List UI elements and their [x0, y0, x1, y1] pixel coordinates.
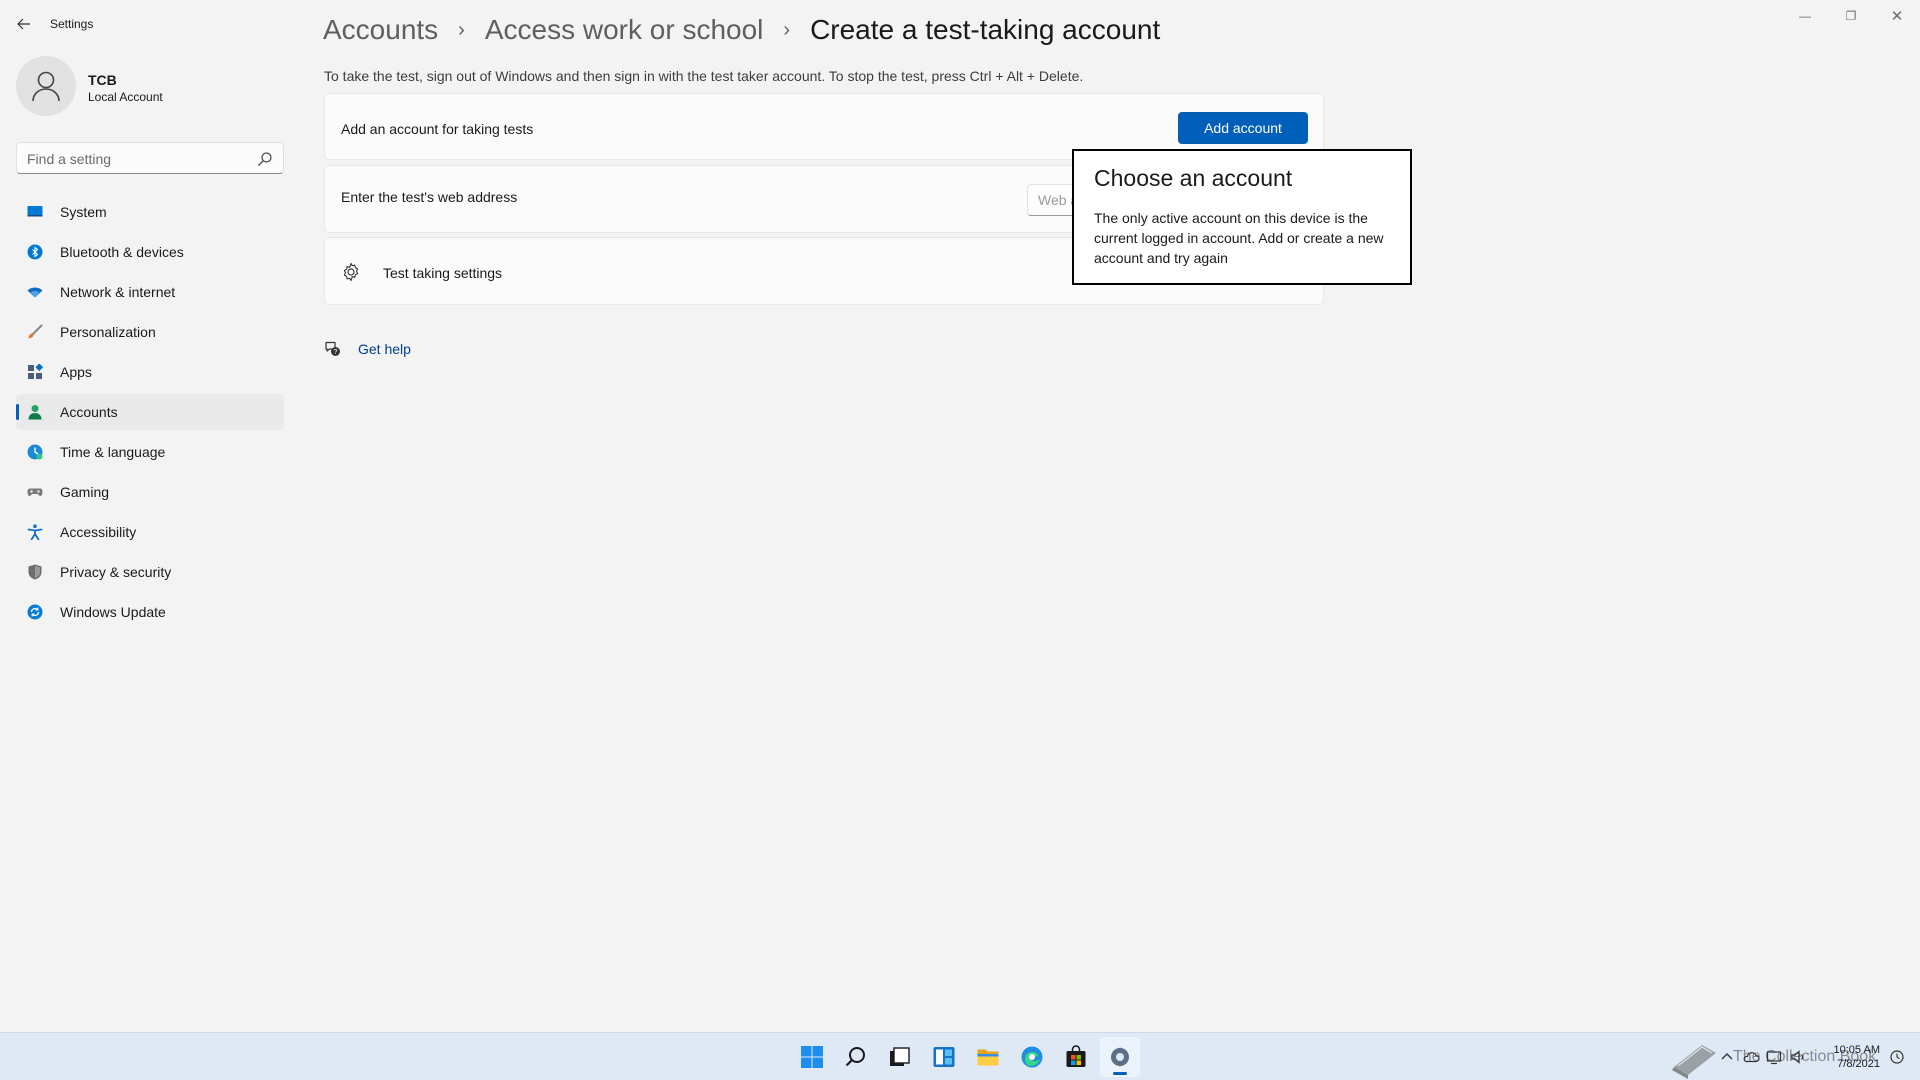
breadcrumb-accounts-link[interactable]: Accounts	[323, 14, 438, 46]
sidebar-item-privacy-security[interactable]: Privacy & security	[16, 554, 284, 590]
book-logo-watermark	[1672, 1045, 1716, 1079]
sidebar-item-bluetooth-devices[interactable]: Bluetooth & devices	[16, 234, 284, 270]
add-account-card-label: Add an account for taking tests	[341, 121, 534, 137]
flyout-title: Choose an account	[1094, 165, 1293, 191]
widgets-button[interactable]	[924, 1037, 964, 1077]
breadcrumb-access-work-school-link[interactable]: Access work or school	[485, 14, 764, 46]
taskbar-clock[interactable]: 10:05 AM 7/8/2021	[1820, 1043, 1880, 1071]
chevron-up-icon[interactable]	[1718, 1047, 1736, 1067]
breadcrumb-separator: ›	[783, 18, 791, 41]
update-icon	[27, 604, 43, 620]
store-button[interactable]	[1056, 1037, 1096, 1077]
edge-icon	[1021, 1046, 1043, 1068]
person-icon	[28, 405, 42, 420]
widgets-icon	[933, 1047, 955, 1067]
shield-icon	[28, 564, 42, 580]
get-help-row: ? Get help	[324, 339, 411, 359]
user-profile[interactable]: TCB Local Account	[16, 56, 286, 120]
sidebar-item-label: Accessibility	[60, 524, 137, 540]
sidebar-item-network-internet[interactable]: Network & internet	[16, 274, 284, 310]
task-view-button[interactable]	[880, 1037, 920, 1077]
notification-bell-icon[interactable]	[1888, 1047, 1906, 1067]
gamepad-icon	[27, 488, 43, 496]
svg-text:?: ?	[334, 349, 338, 356]
network-monitor-icon[interactable]	[1766, 1047, 1784, 1067]
gear-icon	[343, 262, 359, 282]
task-view-icon	[890, 1047, 910, 1066]
clock-date: 7/8/2021	[1837, 1058, 1880, 1070]
person-avatar-icon	[32, 71, 60, 102]
profile-account-type: Local Account	[88, 90, 163, 104]
globe-clock-icon	[27, 444, 43, 460]
volume-icon[interactable]	[1790, 1047, 1808, 1067]
sidebar-item-label: Windows Update	[60, 604, 166, 620]
apps-icon	[28, 364, 43, 379]
wifi-icon	[27, 287, 43, 298]
search-icon	[845, 1047, 865, 1067]
search-input[interactable]	[27, 149, 247, 169]
breadcrumb: Accounts › Access work or school › Creat…	[323, 10, 1160, 50]
page-description: To take the test, sign out of Windows an…	[324, 68, 1084, 84]
back-arrow-icon	[17, 18, 30, 30]
profile-name: TCB	[88, 72, 117, 88]
taskbar: The Collection Book 10:05 AM 7/8/2021	[0, 1032, 1920, 1080]
start-button[interactable]	[792, 1037, 832, 1077]
system-icon	[27, 206, 43, 217]
maximize-button[interactable]: ❐	[1828, 0, 1874, 32]
sidebar-item-time-language[interactable]: Time & language	[16, 434, 284, 470]
settings-gear-icon	[1111, 1047, 1129, 1067]
sidebar-item-label: Accounts	[60, 404, 118, 420]
back-arrow-button[interactable]	[10, 12, 38, 36]
taskbar-search-button[interactable]	[836, 1037, 876, 1077]
close-button[interactable]: ✕	[1874, 0, 1920, 32]
edge-browser-button[interactable]	[1012, 1037, 1052, 1077]
file-explorer-button[interactable]	[968, 1037, 1008, 1077]
sidebar-item-label: Bluetooth & devices	[60, 244, 184, 260]
flyout-message: The only active account on this device i…	[1094, 210, 1384, 266]
breadcrumb-separator: ›	[458, 18, 465, 41]
sidebar-item-accounts[interactable]: Accounts	[16, 394, 284, 430]
get-help-link[interactable]: Get help	[358, 341, 411, 357]
app-title: Settings	[50, 17, 94, 31]
folder-icon	[977, 1049, 999, 1066]
sidebar-item-label: Network & internet	[60, 284, 176, 300]
sidebar-item-gaming[interactable]: Gaming	[16, 474, 284, 510]
sidebar-item-label: Personalization	[60, 324, 156, 340]
sidebar-item-label: System	[60, 204, 107, 220]
windows-logo-icon	[801, 1046, 823, 1068]
avatar	[16, 56, 76, 116]
brush-icon	[28, 324, 43, 339]
sidebar-item-personalization[interactable]: Personalization	[16, 314, 284, 350]
page-title: Create a test-taking account	[810, 14, 1161, 45]
sidebar-item-label: Apps	[60, 364, 92, 380]
accessibility-icon	[27, 524, 43, 540]
minimize-button[interactable]: —	[1782, 0, 1828, 32]
sidebar-item-accessibility[interactable]: Accessibility	[16, 514, 284, 550]
sidebar-item-label: Gaming	[60, 484, 110, 500]
clock-time: 10:05 AM	[1833, 1044, 1880, 1056]
cloud-icon[interactable]	[1742, 1047, 1760, 1067]
web-address-card-label: Enter the test's web address	[341, 189, 518, 205]
choose-account-flyout: Choose an account The only active accoun…	[1072, 149, 1412, 285]
bluetooth-icon	[27, 244, 43, 260]
store-icon	[1066, 1045, 1086, 1067]
sidebar-item-label: Time & language	[60, 444, 166, 460]
help-chat-icon: ?	[325, 341, 340, 356]
settings-app-button[interactable]	[1100, 1037, 1140, 1077]
search-icon[interactable]	[257, 151, 273, 167]
sidebar-item-label: Privacy & security	[60, 564, 172, 580]
sidebar-nav: System Bluetooth & devices Network & int…	[16, 194, 284, 634]
search-box	[16, 142, 284, 174]
sidebar-item-windows-update[interactable]: Windows Update	[16, 594, 284, 630]
test-taking-settings-label: Test taking settings	[383, 265, 503, 281]
sidebar-item-system[interactable]: System	[16, 194, 284, 230]
sidebar-item-apps[interactable]: Apps	[16, 354, 284, 390]
add-account-button[interactable]: Add account	[1178, 112, 1308, 144]
